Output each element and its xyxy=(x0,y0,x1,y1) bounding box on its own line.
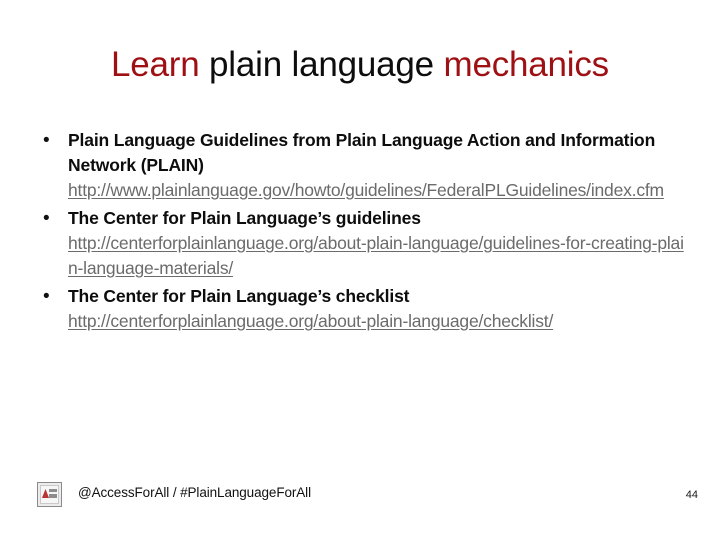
title-segment-learn: Learn xyxy=(111,45,210,84)
page-title: Learn plain language mechanics xyxy=(40,44,680,86)
bullet-heading: Plain Language Guidelines from Plain Lan… xyxy=(68,130,656,175)
list-item: • The Center for Plain Language’s guidel… xyxy=(36,206,686,281)
list-item: • Plain Language Guidelines from Plain L… xyxy=(36,128,686,203)
bullet-marker-icon: • xyxy=(43,208,50,229)
footer-handles: @AccessForAll / #PlainLanguageForAll xyxy=(78,485,311,500)
bullet-marker-icon: • xyxy=(43,130,50,151)
page-number: 44 xyxy=(685,489,698,501)
bullet-link[interactable]: http://www.plainlanguage.gov/howto/guide… xyxy=(68,178,686,203)
broken-image-icon xyxy=(37,482,62,507)
bullet-link[interactable]: http://centerforplainlanguage.org/about-… xyxy=(68,231,686,281)
list-item: • The Center for Plain Language’s checkl… xyxy=(36,284,686,334)
broken-image-glyph-notch xyxy=(49,492,57,494)
slide-canvas: Learn plain language mechanics • Plain L… xyxy=(0,0,720,540)
bullet-heading: The Center for Plain Language’s guidelin… xyxy=(68,208,421,228)
bullet-link[interactable]: http://centerforplainlanguage.org/about-… xyxy=(68,309,686,334)
title-segment-mechanics: mechanics xyxy=(443,45,609,84)
bullet-heading: The Center for Plain Language’s checklis… xyxy=(68,286,410,306)
bullet-list: • Plain Language Guidelines from Plain L… xyxy=(36,128,686,337)
bullet-marker-icon: • xyxy=(43,286,50,307)
title-segment-plain-language: plain language xyxy=(209,45,444,84)
slide-footer: @AccessForAll / #PlainLanguageForAll 44 xyxy=(0,478,720,540)
